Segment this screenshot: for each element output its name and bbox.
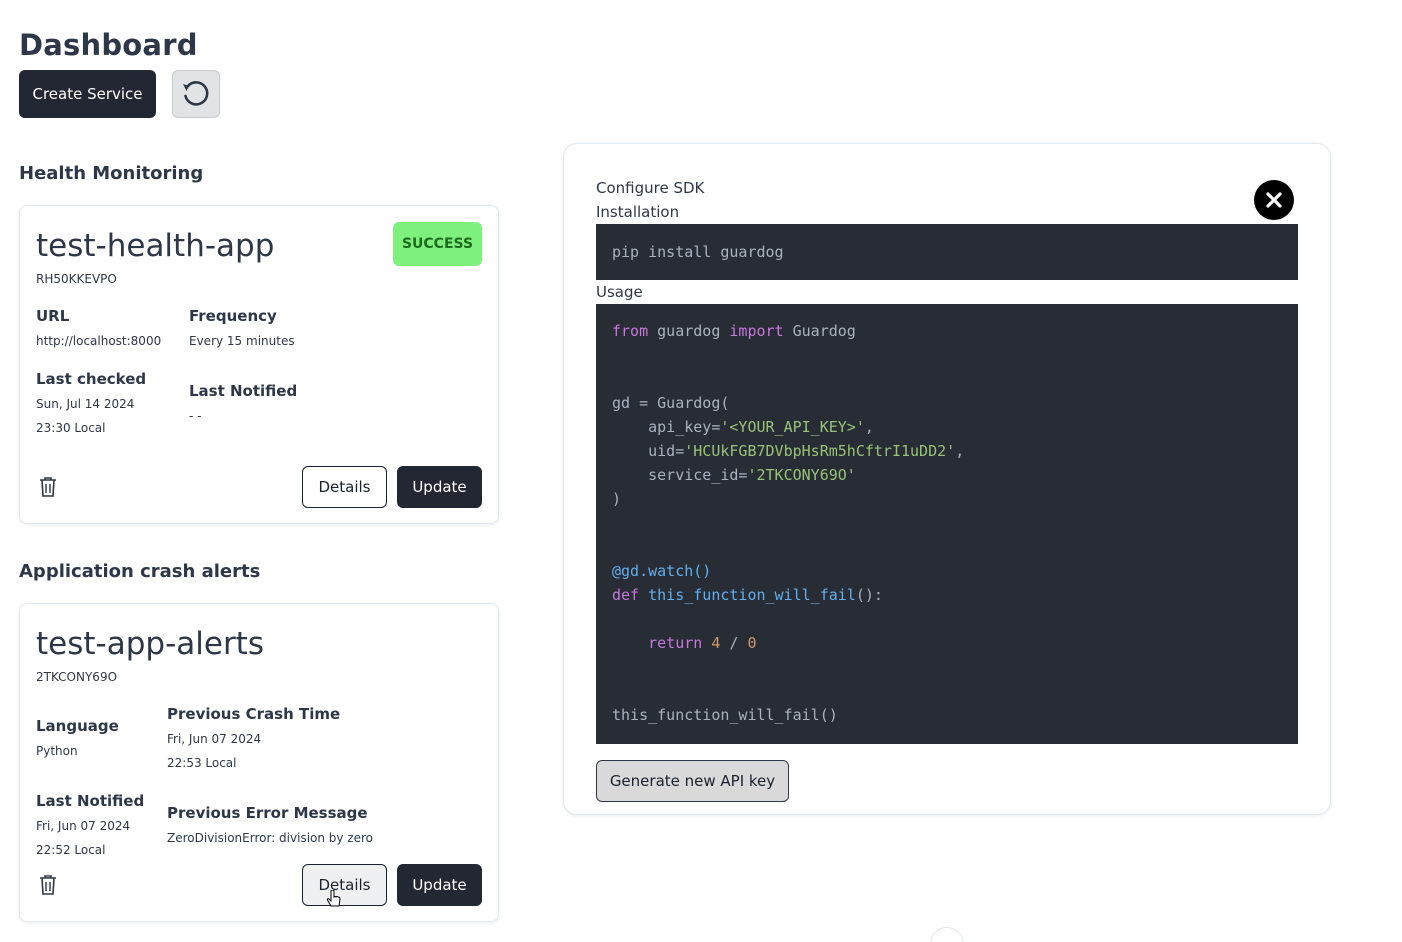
install-command: pip install guardog xyxy=(612,243,784,261)
prev-error-label: Previous Error Message xyxy=(167,804,368,822)
trash-icon[interactable] xyxy=(38,874,58,896)
prev-crash-label: Previous Crash Time xyxy=(167,705,341,723)
frequency-value: Every 15 minutes xyxy=(189,334,295,348)
code-line: uid='HCUkFGB7DVbpHsRm5hCftrI1uDD2', xyxy=(612,442,965,460)
last-checked-label: Last checked xyxy=(36,370,147,388)
service-name: test-app-alerts xyxy=(36,626,264,662)
last-notified-value: - - xyxy=(189,409,202,423)
health-service-card: test-health-app RH50KKEVPO SUCCESS URL h… xyxy=(19,205,499,524)
code-line: service_id='2TKCONY69O' xyxy=(612,466,856,484)
prev-crash-time: 22:53 Local xyxy=(167,756,237,770)
install-code-block: pip install guardog xyxy=(596,224,1298,280)
prev-crash-date: Fri, Jun 07 2024 xyxy=(167,732,262,746)
last-checked-time: 23:30 Local xyxy=(36,421,106,435)
configure-sdk-modal: Configure SDK Installation pip install g… xyxy=(563,143,1331,815)
close-button[interactable] xyxy=(1254,180,1294,220)
code-line: return 4 / 0 xyxy=(648,634,757,652)
usage-code-block: from guardog import Guardog gd = Guardog… xyxy=(596,304,1298,744)
crash-section-title: Application crash alerts xyxy=(19,561,261,582)
last-notified-time: 22:52 Local xyxy=(36,843,106,857)
language-value: Python xyxy=(36,744,78,758)
generate-api-key-button[interactable]: Generate new API key xyxy=(596,760,789,802)
code-line: api_key='<YOUR_API_KEY>', xyxy=(612,418,874,436)
language-label: Language xyxy=(36,717,119,735)
last-notified-date: Fri, Jun 07 2024 xyxy=(36,819,131,833)
code-line: from guardog import Guardog xyxy=(612,322,856,340)
modal-title: Configure SDK xyxy=(596,179,705,197)
close-icon xyxy=(1266,192,1282,208)
prev-error-value: ZeroDivisionError: division by zero xyxy=(167,831,374,845)
usage-label: Usage xyxy=(596,283,643,301)
url-label: URL xyxy=(36,307,70,325)
health-section-title: Health Monitoring xyxy=(19,163,204,184)
update-button[interactable]: Update xyxy=(397,466,482,508)
last-notified-label: Last Notified xyxy=(36,792,145,810)
refresh-button[interactable] xyxy=(172,70,220,118)
crash-service-card: test-app-alerts 2TKCONY69O Language Pyth… xyxy=(19,603,499,922)
status-badge: SUCCESS xyxy=(393,222,482,266)
service-id: RH50KKEVPO xyxy=(36,272,117,286)
code-line: @gd.watch() xyxy=(612,562,712,580)
trash-icon[interactable] xyxy=(38,476,58,498)
code-line: ) xyxy=(612,490,622,508)
update-button[interactable]: Update xyxy=(397,864,482,906)
code-line: gd = Guardog( xyxy=(612,394,730,412)
last-notified-label: Last Notified xyxy=(189,382,298,400)
logo-icon xyxy=(930,927,964,942)
code-line: def this_function_will_fail(): xyxy=(612,586,883,604)
last-checked-date: Sun, Jul 14 2024 xyxy=(36,397,135,411)
hand-cursor-icon xyxy=(326,890,341,907)
service-name: test-health-app xyxy=(36,228,275,264)
installation-label: Installation xyxy=(596,203,680,221)
url-value: http://localhost:8000 xyxy=(36,334,162,348)
page-title: Dashboard xyxy=(19,28,198,62)
service-id: 2TKCONY69O xyxy=(36,670,118,684)
code-line: this_function_will_fail() xyxy=(612,706,838,724)
frequency-label: Frequency xyxy=(189,307,277,325)
details-button[interactable]: Details xyxy=(302,466,387,508)
details-button[interactable]: Details xyxy=(302,864,387,906)
create-service-button[interactable]: Create Service xyxy=(19,70,156,118)
refresh-icon xyxy=(183,81,209,106)
